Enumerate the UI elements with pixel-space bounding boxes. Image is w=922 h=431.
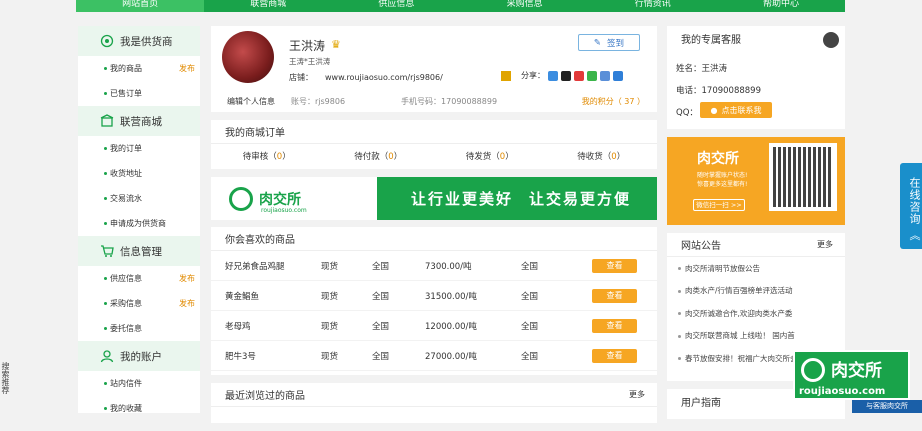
account-id: 账号：rjs9806: [291, 96, 346, 106]
online-consult-button[interactable]: 在线咨询 《: [900, 163, 922, 249]
service-name: 姓名：王洪涛: [676, 64, 728, 74]
headset-icon: [823, 32, 839, 48]
left-sidebar: 我是供货商 我的商品 发布 已售订单 联营商城 我的订单 收货地址 交易流水 申请…: [78, 26, 200, 413]
order-status-row: 待审核（0） 待付款（0） 待发货（0） 待收货（0）: [211, 144, 657, 168]
service-qq-label: QQ：: [676, 108, 698, 118]
my-points-link[interactable]: 我的积分（ 37 ）: [582, 96, 645, 107]
sidebar-item-apply-supplier[interactable]: 申请成为供货商: [78, 211, 200, 236]
wechat-ad[interactable]: 肉交所 随时掌握账户状态! 惊喜更多这里都有! 微信扫一扫 >>: [667, 137, 845, 225]
nav-market[interactable]: 行情资讯: [589, 0, 717, 12]
main-content: 王洪涛 ♛ 王涛*王洪涛 店铺： www.roujiaosuo.com/rjs98…: [211, 26, 657, 431]
contact-qq-button[interactable]: ● 点击联系我: [700, 102, 772, 118]
share-qq-icon[interactable]: [561, 70, 571, 81]
nav-mall[interactable]: 联营商城: [204, 0, 332, 12]
sidebar-item-messages[interactable]: 站内信件: [78, 371, 200, 396]
publish-link[interactable]: 发布: [179, 63, 195, 74]
top-navigation: 网站首页 联营商城 供应信息 采购信息 行情资讯 帮助中心: [76, 0, 845, 12]
share-more-icon[interactable]: [613, 70, 623, 81]
nav-supply[interactable]: 供应信息: [332, 0, 460, 12]
share-qzone-icon[interactable]: [548, 70, 558, 81]
sidebar-item-favorites[interactable]: 我的收藏: [78, 396, 200, 421]
order-status-pending-review[interactable]: 待审核（0）: [211, 150, 323, 162]
profile-footer: 编辑个人信息 账号：rjs9806 手机号码：17090088899 我的积分（…: [211, 90, 657, 112]
store-icon: [100, 114, 114, 128]
chat-with-service-bar[interactable]: 与客服肉交所: [852, 400, 922, 413]
logo-icon: [229, 186, 253, 211]
promo-banner[interactable]: 肉交所 roujiaosuo.com 让行业更美好 让交易更方便: [211, 177, 657, 220]
service-title: 我的专属客服: [681, 34, 741, 46]
edit-profile-link[interactable]: 编辑个人信息: [211, 96, 291, 107]
sidebar-item-address[interactable]: 收货地址: [78, 161, 200, 186]
banner-logo: 肉交所 roujiaosuo.com: [211, 177, 377, 220]
view-button[interactable]: 查看: [592, 288, 637, 303]
sign-in-button[interactable]: ✎ 签到: [578, 34, 640, 51]
floating-logo[interactable]: 肉交所 roujiaosuo.com: [793, 350, 910, 400]
search-recommend-tab[interactable]: 搜索推荐: [1, 362, 11, 412]
share-weibo-icon[interactable]: [574, 70, 584, 81]
sign-icon: ✎: [593, 37, 602, 48]
list-item[interactable]: 肉交所联营商城 上线啦！ 国内首: [667, 325, 845, 348]
table-row: 好兄弟食品鸡腿 现货 全国 7300.00/吨 全国 查看: [211, 251, 657, 281]
view-button[interactable]: 查看: [592, 348, 637, 363]
sidebar-item-my-goods[interactable]: 我的商品 发布: [78, 56, 200, 81]
list-item[interactable]: 肉交所诚邀合作,欢迎肉类水产委: [667, 302, 845, 325]
sidebar-section-info: 信息管理: [78, 236, 200, 266]
table-row: 黄金鲳鱼 现货 全国 31500.00/吨 全国 查看: [211, 281, 657, 311]
avatar[interactable]: [222, 31, 274, 83]
recent-more-link[interactable]: 更多: [629, 389, 645, 400]
sidebar-section-account: 我的账户: [78, 341, 200, 371]
cart-icon: [100, 244, 114, 258]
sidebar-item-supply-info[interactable]: 供应信息 发布: [78, 266, 200, 291]
sidebar-section-supplier: 我是供货商: [78, 26, 200, 56]
qq-icon: ●: [710, 105, 718, 115]
recommended-title: 你会喜欢的商品: [211, 227, 657, 251]
share-bar: 分享：: [501, 70, 623, 81]
publish-link[interactable]: 发布: [179, 273, 195, 284]
list-item[interactable]: 肉类水产/行情百强榜单评选活动: [667, 280, 845, 303]
gold-member-icon: ♛: [331, 38, 341, 51]
shop-url[interactable]: www.roujiaosuo.com/rjs9806/: [325, 73, 443, 82]
orders-title: 我的商城订单: [211, 120, 657, 144]
list-item[interactable]: 肉交所清明节放假公告: [667, 257, 845, 280]
sidebar-item-purchase-info[interactable]: 采购信息 发布: [78, 291, 200, 316]
banner-slogan: 让行业更美好 让交易更方便: [411, 190, 632, 208]
sidebar-item-my-orders[interactable]: 我的订单: [78, 136, 200, 161]
nav-home[interactable]: 网站首页: [76, 0, 205, 12]
qr-code-icon[interactable]: [501, 70, 511, 81]
recent-goods-card: 最近浏览过的商品 更多: [211, 383, 657, 423]
profile-card: 王洪涛 ♛ 王涛*王洪涛 店铺： www.roujiaosuo.com/rjs98…: [211, 26, 657, 112]
shop-link-row: 店铺： www.roujiaosuo.com/rjs9806/: [289, 73, 443, 82]
orders-card: 我的商城订单 待审核（0） 待付款（0） 待发货（0） 待收货（0）: [211, 120, 657, 169]
publish-link[interactable]: 发布: [179, 298, 195, 309]
wechat-scan-button[interactable]: 微信扫一扫 >>: [693, 199, 745, 211]
service-phone: 电话：17090088899: [676, 86, 761, 96]
recent-title: 最近浏览过的商品 更多: [211, 383, 657, 407]
order-status-pending-receipt[interactable]: 待收货（0）: [546, 150, 658, 162]
user-icon: [100, 349, 114, 363]
sidebar-item-sold-orders[interactable]: 已售订单: [78, 81, 200, 106]
sidebar-item-entrust-info[interactable]: 委托信息: [78, 316, 200, 341]
order-status-pending-payment[interactable]: 待付款（0）: [323, 150, 435, 162]
table-row: 肥牛3号 现货 全国 27000.00/吨 全国 查看: [211, 341, 657, 371]
sidebar-section-mall: 联营商城: [78, 106, 200, 136]
supplier-icon: [100, 34, 114, 48]
notice-title: 网站公告 更多: [667, 233, 845, 257]
view-button[interactable]: 查看: [592, 258, 637, 273]
recommended-goods-card: 你会喜欢的商品 好兄弟食品鸡腿 现货 全国 7300.00/吨 全国 查看 黄金鲳鱼 现货全…: [211, 227, 657, 375]
share-renren-icon[interactable]: [600, 70, 610, 81]
table-row: 老母鸡 现货 全国 12000.00/吨 全国 查看: [211, 311, 657, 341]
share-wechat-icon[interactable]: [587, 70, 597, 81]
nav-purchase[interactable]: 采购信息: [461, 0, 589, 12]
user-name: 王洪涛: [289, 39, 326, 53]
order-status-pending-shipment[interactable]: 待发货（0）: [434, 150, 546, 162]
nav-help[interactable]: 帮助中心: [717, 0, 845, 12]
wechat-qr-code: [769, 143, 837, 211]
view-button[interactable]: 查看: [592, 318, 637, 333]
phone-number: 手机号码：17090088899: [401, 96, 498, 106]
logo-icon: [801, 358, 825, 382]
service-card: 我的专属客服 姓名：王洪涛 电话：17090088899 QQ： ● 点击联系我: [667, 26, 845, 129]
user-subtitle: 王涛*王洪涛: [289, 57, 331, 66]
sidebar-item-transactions[interactable]: 交易流水: [78, 186, 200, 211]
notice-more-link[interactable]: 更多: [817, 239, 833, 250]
